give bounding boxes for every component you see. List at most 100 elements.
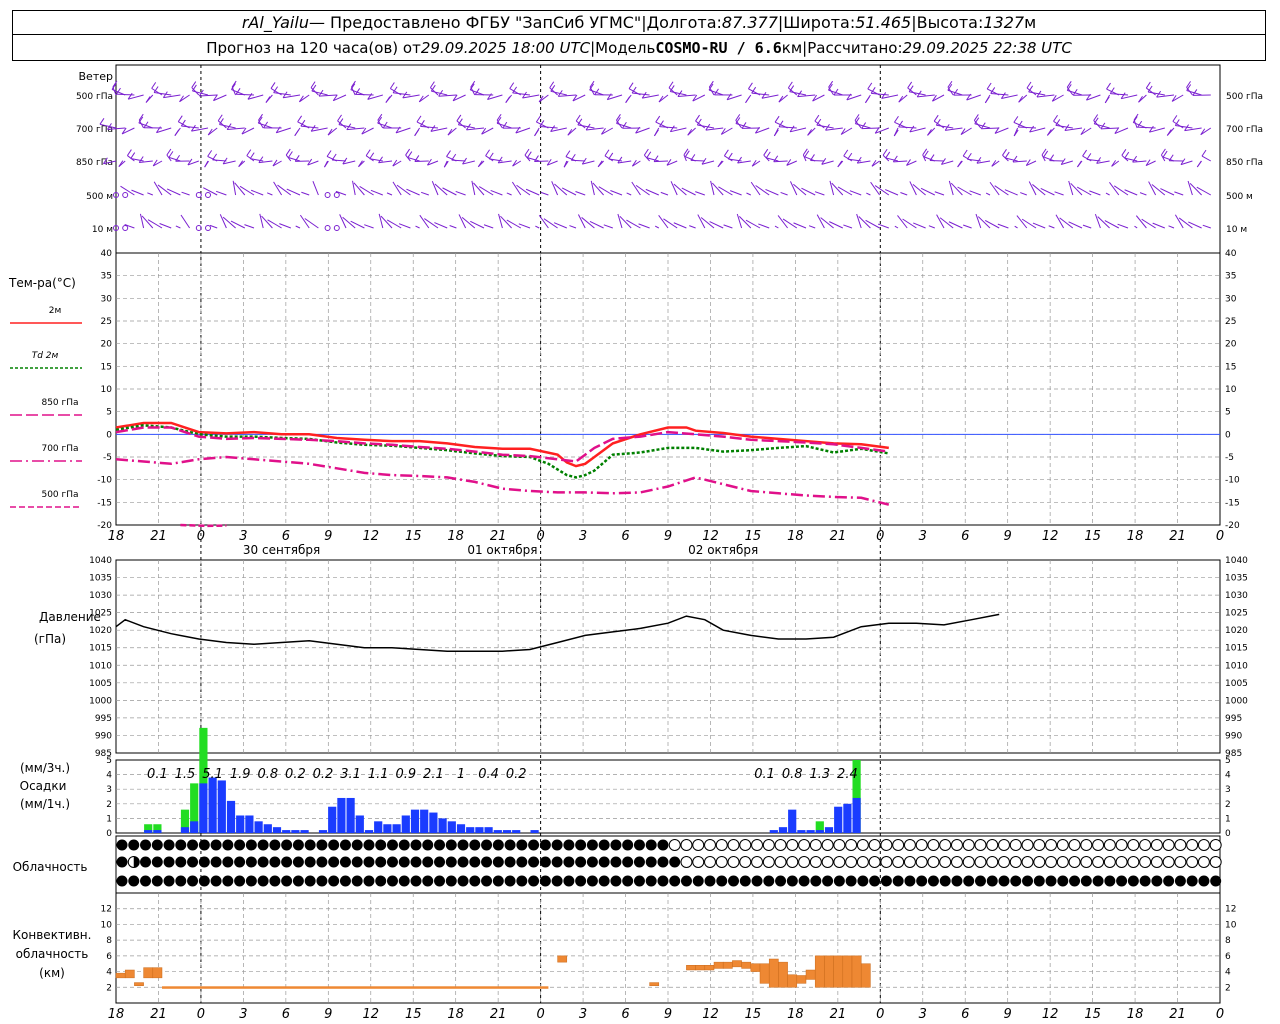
pressure-tick-right: 1000 xyxy=(1225,696,1248,706)
wind-barb-flag xyxy=(246,149,252,156)
cloud-symbol xyxy=(1045,856,1058,868)
conv-cloud-bar xyxy=(704,965,715,971)
wind-barb xyxy=(898,126,917,129)
wind-barb-flag xyxy=(485,149,490,156)
conv-x-tick: 0 xyxy=(1216,1007,1224,1022)
wind-barb xyxy=(697,214,706,229)
wind-barb xyxy=(346,127,365,131)
precip-hourly-bar xyxy=(355,815,364,833)
wind-barb-flag xyxy=(126,149,132,156)
conv-tick-left: 8 xyxy=(106,936,112,946)
cloud-symbol xyxy=(328,875,340,887)
temp-legend-label: 700 гПа xyxy=(41,444,78,454)
cloud-symbol xyxy=(386,839,398,851)
precip-hourly-bar xyxy=(834,806,843,833)
pressure-tick-right: 1005 xyxy=(1225,679,1248,689)
conv-cloud-bar xyxy=(124,969,135,979)
wind-barb-flag xyxy=(727,152,733,160)
wind-barb xyxy=(1148,181,1157,196)
wind-barb xyxy=(917,94,935,98)
wind-barb xyxy=(829,221,844,229)
wind-barb-flag xyxy=(847,152,853,160)
wind-barb-flag xyxy=(814,114,820,122)
temp-tick-right: -15 xyxy=(1225,498,1240,508)
cloud-symbol xyxy=(1045,875,1057,887)
wind-barb-flag xyxy=(145,96,151,103)
wind-barb-flag xyxy=(111,83,117,90)
wind-barb xyxy=(948,221,963,229)
precip-3h-label: 0.8 xyxy=(782,767,803,782)
wind-barb xyxy=(212,159,227,162)
wind-barb xyxy=(304,218,319,229)
cloud-symbol xyxy=(528,875,540,887)
wind-barb xyxy=(1016,215,1028,229)
cloud-symbol xyxy=(1009,856,1022,868)
wind-title: Ветер xyxy=(79,70,113,83)
cloud-symbol xyxy=(1162,856,1175,868)
precip-hourly-bar xyxy=(420,809,429,833)
wind-barb xyxy=(909,91,926,96)
cloud-symbol xyxy=(762,856,775,868)
cloud-title: Облачность xyxy=(13,860,88,874)
wind-barb xyxy=(1076,186,1092,196)
cloud-symbol xyxy=(198,875,210,887)
wind-barb xyxy=(1184,127,1202,132)
conv-cloud-bar xyxy=(649,982,660,986)
wind-barb-flag xyxy=(99,118,105,125)
conv-cloud-bar xyxy=(686,965,696,971)
conv-tick-left: 4 xyxy=(106,968,112,978)
wind-barb xyxy=(207,127,218,136)
conv-title-2: облачность xyxy=(16,947,89,961)
pressure-tick-right: 1010 xyxy=(1225,661,1248,671)
pressure-tick-right: 1030 xyxy=(1225,591,1248,601)
cloud-symbol xyxy=(1033,875,1045,887)
cloud-symbol xyxy=(422,875,434,887)
wind-barb xyxy=(175,225,181,229)
precip-hourly-bar xyxy=(328,806,337,833)
precip-hourly-bar xyxy=(208,777,217,833)
conv-x-tick: 0 xyxy=(536,1007,544,1022)
temp-tick-right: 10 xyxy=(1225,385,1237,395)
conv-tick-right: 10 xyxy=(1225,920,1237,930)
cloud-symbol xyxy=(504,875,516,887)
precip-3h-label: 1.5 xyxy=(175,767,196,782)
wind-barb xyxy=(1048,225,1055,229)
wind-barb xyxy=(745,219,761,229)
temp-tick-left: 10 xyxy=(101,385,113,395)
cloud-symbol xyxy=(257,856,269,868)
wind-barb xyxy=(227,127,245,131)
temp-x-tick: 18 xyxy=(108,529,125,544)
cloud-symbol xyxy=(328,839,340,851)
cloud-symbol xyxy=(715,856,728,868)
cloud-symbol xyxy=(586,856,598,868)
wind-barb xyxy=(780,191,788,196)
precip-hourly-bar xyxy=(364,830,374,833)
wind-level-label-left: 500 м xyxy=(86,192,113,202)
pressure-unit: (гПа) xyxy=(34,632,66,646)
wind-barb xyxy=(617,160,632,164)
wind-barb xyxy=(550,90,567,96)
wind-barb-flag xyxy=(773,129,779,137)
wind-barb-flag xyxy=(695,114,700,122)
wind-barb-flag xyxy=(643,148,649,156)
cloud-symbol xyxy=(904,875,916,887)
wind-barb xyxy=(957,186,972,196)
wind-barb xyxy=(933,120,945,129)
wind-barb xyxy=(179,94,190,103)
temp-legend-label: 2м xyxy=(49,306,62,316)
pressure-tick-right: 990 xyxy=(1225,731,1242,741)
conv-cloud-bar xyxy=(134,982,144,986)
temp-x-tick: 3 xyxy=(239,529,247,544)
cloud-symbol xyxy=(151,856,163,868)
wind-barb-flag xyxy=(204,160,210,168)
cloud-symbol xyxy=(962,856,975,868)
cloud-symbol xyxy=(903,839,916,851)
wind-barb xyxy=(928,225,935,229)
wind-barb xyxy=(1202,224,1211,229)
wind-barb xyxy=(1109,182,1120,196)
wind-barb xyxy=(1036,94,1055,98)
temp-tick-left: -10 xyxy=(97,476,112,486)
cloud-symbol xyxy=(857,875,869,887)
cloud-symbol xyxy=(1174,856,1187,868)
cloud-symbol xyxy=(986,875,998,887)
